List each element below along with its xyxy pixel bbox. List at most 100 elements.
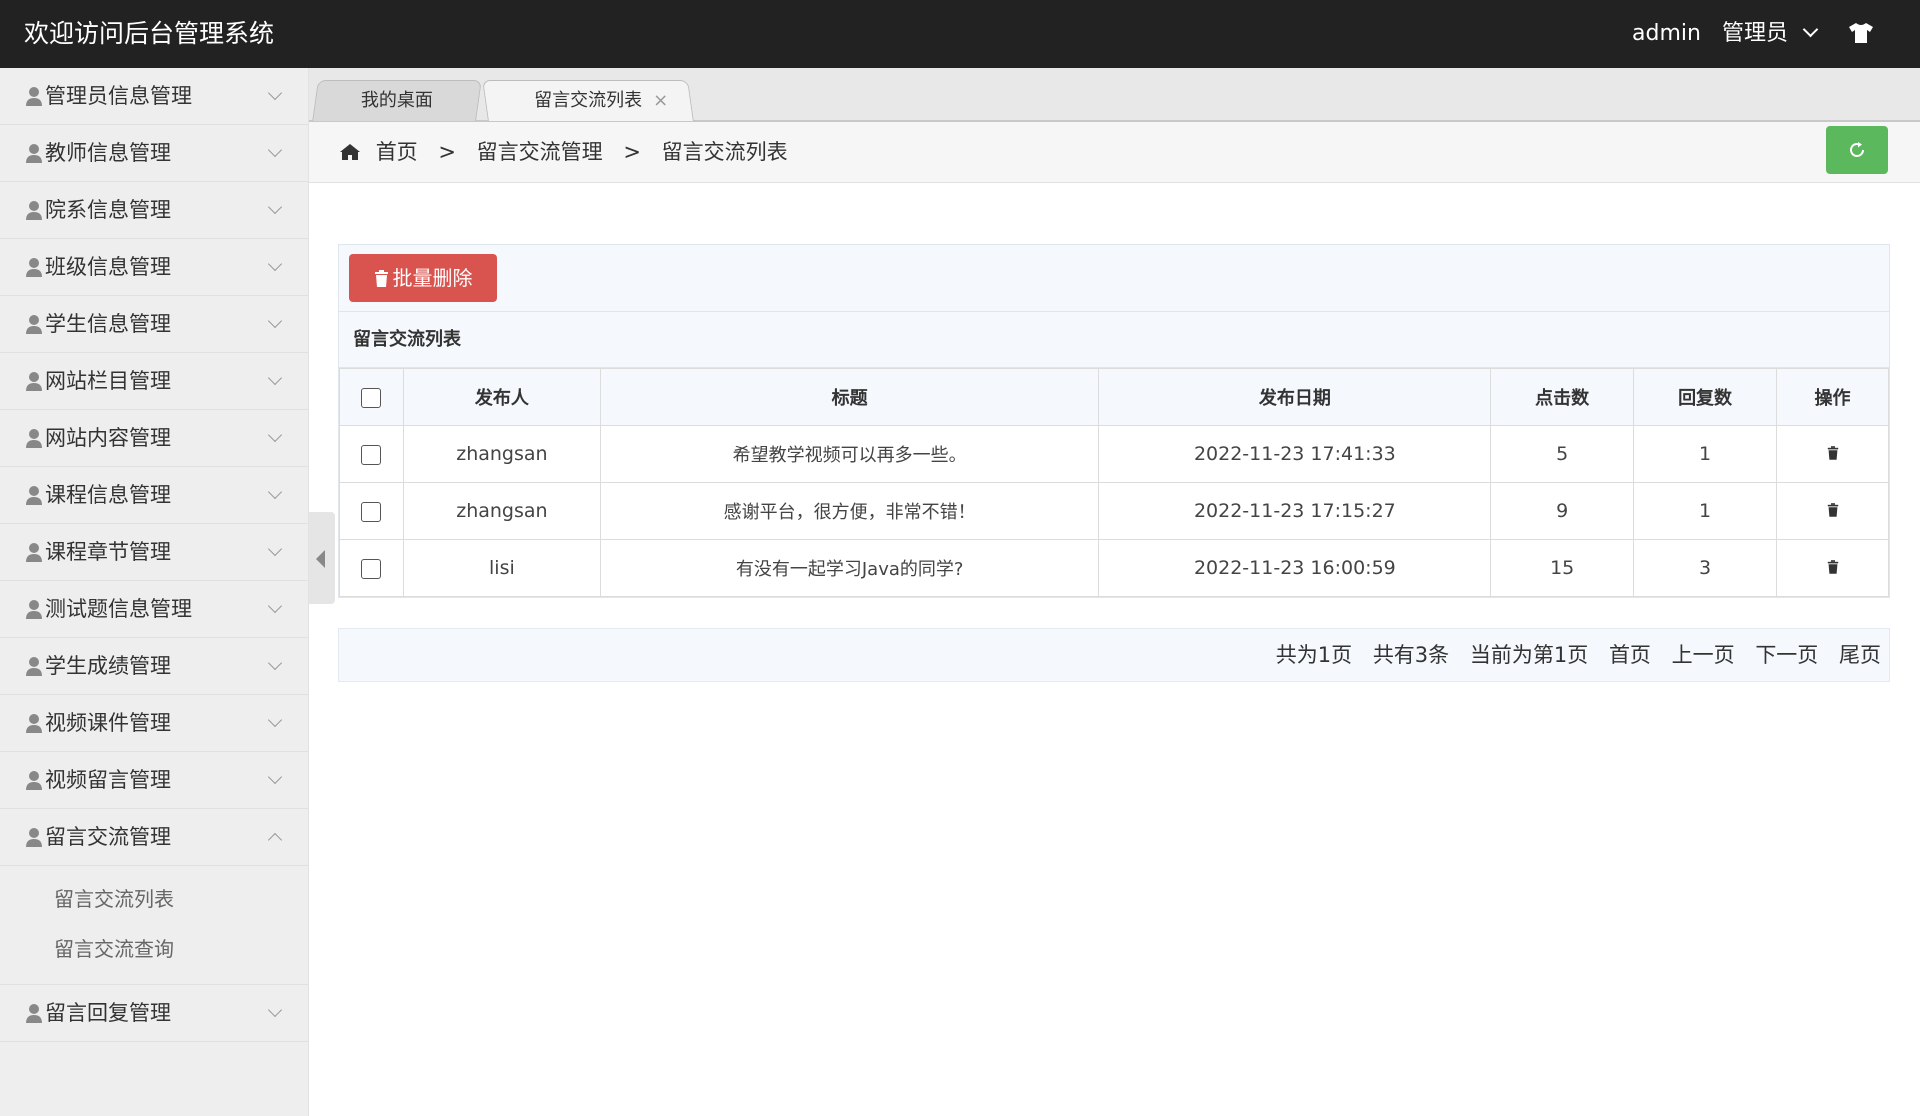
chevron-down-icon bbox=[267, 370, 283, 386]
date-cell: 2022-11-23 16:00:59 bbox=[1098, 539, 1492, 597]
clicks-cell: 5 bbox=[1490, 425, 1635, 483]
sidebar-item-label: 学生成绩管理 bbox=[45, 654, 171, 678]
sidebar-item-site-content[interactable]: 网站内容管理 bbox=[0, 410, 308, 467]
trash-icon bbox=[374, 270, 388, 287]
tshirt-icon[interactable] bbox=[1848, 22, 1874, 44]
row-checkbox[interactable] bbox=[361, 444, 382, 465]
user-icon bbox=[26, 144, 42, 163]
chevron-down-icon bbox=[267, 427, 283, 443]
author-cell: zhangsan bbox=[402, 425, 601, 483]
sidebar-item-teacher[interactable]: 教师信息管理 bbox=[0, 125, 308, 182]
submenu-item-message-query[interactable]: 留言交流查询 bbox=[0, 924, 308, 974]
user-icon bbox=[26, 828, 42, 847]
user-icon bbox=[26, 657, 42, 676]
breadcrumb: 首页 > 留言交流管理 > 留言交流列表 bbox=[339, 122, 788, 182]
table-row: zhangsan 感谢平台，很方便，非常不错！ 2022-11-23 17:15… bbox=[339, 482, 1889, 540]
pagination-next[interactable]: 下一页 bbox=[1755, 643, 1818, 667]
user-icon bbox=[26, 87, 42, 106]
refresh-icon bbox=[1850, 142, 1864, 157]
sidebar-item-video-courseware[interactable]: 视频课件管理 bbox=[0, 695, 308, 752]
sidebar-item-reply[interactable]: 留言回复管理 bbox=[0, 985, 308, 1042]
user-icon bbox=[26, 486, 42, 505]
sidebar-item-admin[interactable]: 管理员信息管理 bbox=[0, 68, 308, 125]
action-cell bbox=[1776, 425, 1889, 483]
breadcrumb-level1[interactable]: 留言交流管理 bbox=[477, 140, 603, 164]
sidebar-item-label: 班级信息管理 bbox=[45, 255, 171, 279]
sidebar-item-message[interactable]: 留言交流管理 bbox=[0, 809, 308, 866]
sidebar-item-site-column[interactable]: 网站栏目管理 bbox=[0, 353, 308, 410]
row-checkbox[interactable] bbox=[361, 558, 382, 579]
pagination-first[interactable]: 首页 bbox=[1609, 643, 1651, 667]
column-header: 点击数 bbox=[1490, 368, 1635, 426]
breadcrumb-bar: 首页 > 留言交流管理 > 留言交流列表 bbox=[309, 122, 1920, 183]
sidebar-item-label: 管理员信息管理 bbox=[45, 84, 192, 108]
submenu-item-message-list[interactable]: 留言交流列表 bbox=[0, 874, 308, 924]
author-cell: zhangsan bbox=[402, 482, 601, 540]
message-table: 发布人 标题 发布日期 点击数 回复数 操作 zhangsan 希望教学视频可以… bbox=[339, 368, 1889, 597]
chevron-down-icon bbox=[267, 256, 283, 272]
sidebar-item-label: 留言回复管理 bbox=[45, 1001, 171, 1025]
sidebar-item-label: 学生信息管理 bbox=[45, 312, 171, 336]
user-icon bbox=[26, 714, 42, 733]
batch-delete-button[interactable]: 批量删除 bbox=[349, 254, 497, 302]
table-header-row: 发布人 标题 发布日期 点击数 回复数 操作 bbox=[339, 368, 1889, 426]
sidebar-item-score[interactable]: 学生成绩管理 bbox=[0, 638, 308, 695]
user-menu[interactable]: admin 管理员 bbox=[1632, 0, 1819, 68]
pagination-last[interactable]: 尾页 bbox=[1839, 643, 1881, 667]
user-icon bbox=[26, 1004, 42, 1023]
message-list-panel: 批量删除 留言交流列表 发布人 标题 发布日期 点击数 回复数 操作 zhang… bbox=[338, 244, 1890, 598]
date-cell: 2022-11-23 17:41:33 bbox=[1098, 425, 1492, 483]
chevron-down-icon bbox=[267, 313, 283, 329]
sidebar-item-student[interactable]: 学生信息管理 bbox=[0, 296, 308, 353]
user-icon bbox=[26, 600, 42, 619]
user-icon bbox=[26, 372, 42, 391]
title-cell: 希望教学视频可以再多一些。 bbox=[599, 425, 1100, 483]
delete-icon[interactable] bbox=[1827, 446, 1839, 460]
breadcrumb-separator: > bbox=[623, 140, 641, 164]
sidebar-item-label: 教师信息管理 bbox=[45, 141, 171, 165]
title-cell: 感谢平台，很方便，非常不错！ bbox=[599, 482, 1100, 540]
action-cell bbox=[1776, 482, 1889, 540]
column-header: 回复数 bbox=[1633, 368, 1778, 426]
close-icon[interactable]: × bbox=[653, 81, 668, 121]
column-header: 发布日期 bbox=[1098, 368, 1492, 426]
sidebar-collapse-toggle[interactable] bbox=[309, 512, 335, 604]
toolbar: 批量删除 bbox=[339, 245, 1889, 312]
sidebar-item-class[interactable]: 班级信息管理 bbox=[0, 239, 308, 296]
user-icon bbox=[26, 315, 42, 334]
tab-label: 留言交流列表 bbox=[534, 90, 643, 111]
chevron-down-icon bbox=[1802, 21, 1819, 38]
chevron-down-icon bbox=[267, 1002, 283, 1018]
sidebar-item-label: 留言交流管理 bbox=[45, 825, 171, 849]
sidebar-item-video-comment[interactable]: 视频留言管理 bbox=[0, 752, 308, 809]
sidebar-item-label: 院系信息管理 bbox=[45, 198, 171, 222]
pagination-total-pages: 共为1页 bbox=[1275, 643, 1353, 667]
sidebar-item-course[interactable]: 课程信息管理 bbox=[0, 467, 308, 524]
sidebar-item-label: 测试题信息管理 bbox=[45, 597, 192, 621]
pagination-prev[interactable]: 上一页 bbox=[1672, 643, 1735, 667]
user-icon bbox=[26, 201, 42, 220]
sidebar-item-label: 网站栏目管理 bbox=[45, 369, 171, 393]
date-cell: 2022-11-23 17:15:27 bbox=[1098, 482, 1492, 540]
delete-icon[interactable] bbox=[1827, 560, 1839, 574]
tab-label: 我的桌面 bbox=[360, 90, 433, 111]
delete-icon[interactable] bbox=[1827, 503, 1839, 517]
tab-message-list[interactable]: 留言交流列表 × bbox=[482, 80, 694, 121]
breadcrumb-home[interactable]: 首页 bbox=[376, 140, 418, 164]
sidebar-item-label: 视频留言管理 bbox=[45, 768, 171, 792]
sidebar-item-chapter[interactable]: 课程章节管理 bbox=[0, 524, 308, 581]
row-checkbox[interactable] bbox=[361, 501, 382, 522]
app-title: 欢迎访问后台管理系统 bbox=[24, 19, 275, 48]
tab-desktop[interactable]: 我的桌面 bbox=[312, 80, 482, 121]
chevron-down-icon bbox=[267, 712, 283, 728]
sidebar-item-label: 课程章节管理 bbox=[45, 540, 171, 564]
batch-delete-label: 批量删除 bbox=[392, 266, 473, 290]
select-all-checkbox[interactable] bbox=[361, 387, 382, 408]
clicks-cell: 9 bbox=[1490, 482, 1635, 540]
breadcrumb-level2: 留言交流列表 bbox=[661, 140, 788, 164]
user-role: 管理员 bbox=[1721, 21, 1788, 46]
chevron-down-icon bbox=[267, 655, 283, 671]
refresh-button[interactable] bbox=[1826, 126, 1888, 174]
sidebar-item-test-question[interactable]: 测试题信息管理 bbox=[0, 581, 308, 638]
sidebar-item-department[interactable]: 院系信息管理 bbox=[0, 182, 308, 239]
